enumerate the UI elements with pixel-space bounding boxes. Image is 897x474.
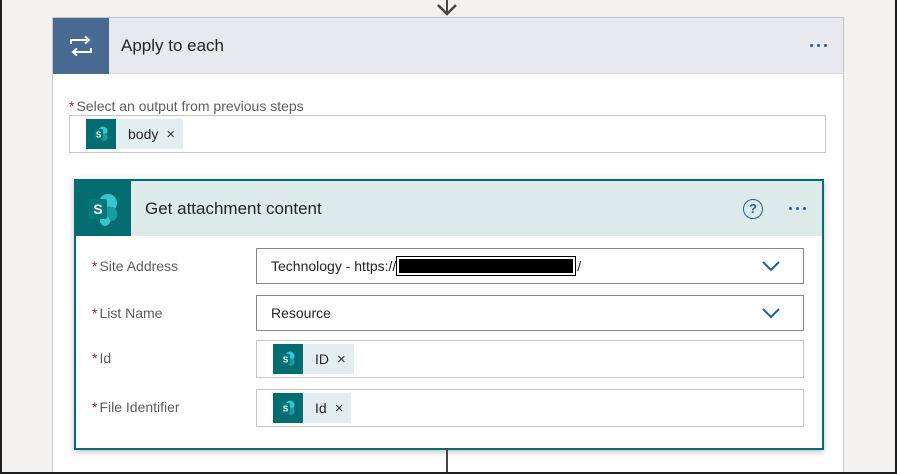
- id-input[interactable]: S ID ×: [256, 340, 804, 378]
- site-address-dropdown[interactable]: Technology - https:// /: [256, 248, 804, 284]
- apply-more-options-icon[interactable]: [810, 44, 827, 47]
- redaction-bar: [396, 256, 577, 276]
- sharepoint-icon: S: [86, 119, 116, 149]
- output-selector-input[interactable]: S body ×: [69, 115, 826, 153]
- file-identifier-label: * File Identifier: [92, 399, 180, 415]
- body-token[interactable]: S body ×: [86, 119, 184, 149]
- list-name-row: * List Name Resource: [76, 295, 822, 335]
- action-title: Get attachment content: [145, 198, 322, 218]
- site-address-label: * Site Address: [92, 258, 179, 274]
- svg-text:S: S: [283, 356, 289, 365]
- svg-text:S: S: [283, 405, 289, 414]
- chevron-down-icon[interactable]: [761, 259, 781, 273]
- file-id-token[interactable]: S Id ×: [273, 393, 352, 423]
- list-name-label: * List Name: [92, 305, 163, 321]
- svg-text:S: S: [93, 201, 102, 217]
- remove-token-icon[interactable]: ×: [335, 400, 344, 417]
- remove-token-icon[interactable]: ×: [166, 126, 175, 143]
- output-field-label: * Select an output from previous steps: [69, 98, 304, 114]
- action-more-options-icon[interactable]: [789, 207, 806, 210]
- svg-text:S: S: [96, 131, 102, 140]
- list-name-dropdown[interactable]: Resource: [256, 295, 804, 331]
- token-label: body: [128, 126, 159, 142]
- id-row: * Id S ID ×: [76, 340, 822, 380]
- help-icon[interactable]: ?: [743, 198, 763, 219]
- site-address-row: * Site Address Technology - https:// /: [76, 248, 822, 288]
- id-label: * Id: [92, 350, 112, 366]
- connector-line: [446, 448, 448, 474]
- action-header[interactable]: S Get attachment content ?: [76, 181, 822, 236]
- sharepoint-icon: S: [273, 344, 303, 374]
- chevron-down-icon[interactable]: [761, 306, 781, 320]
- required-marker: *: [69, 98, 75, 114]
- site-address-suffix: /: [577, 258, 582, 274]
- apply-to-each-title: Apply to each: [121, 35, 225, 55]
- remove-token-icon[interactable]: ×: [337, 351, 346, 368]
- file-identifier-row: * File Identifier S Id ×: [76, 389, 822, 429]
- token-label: ID: [315, 351, 329, 367]
- loop-icon: [53, 17, 109, 74]
- apply-to-each-card: Apply to each * Select an output from pre…: [52, 17, 844, 474]
- token-label: Id: [315, 400, 327, 416]
- get-attachment-content-card: S Get attachment content ? * Site Address…: [74, 179, 824, 450]
- apply-to-each-header[interactable]: Apply to each: [53, 17, 843, 74]
- sharepoint-icon: S: [76, 181, 131, 236]
- file-identifier-input[interactable]: S Id ×: [256, 389, 804, 427]
- id-token[interactable]: S ID ×: [273, 344, 354, 374]
- sharepoint-icon: S: [273, 393, 303, 423]
- site-address-prefix: Technology - https://: [271, 258, 397, 274]
- connector-arrow-icon: [437, 0, 457, 16]
- list-name-value: Resource: [271, 305, 331, 321]
